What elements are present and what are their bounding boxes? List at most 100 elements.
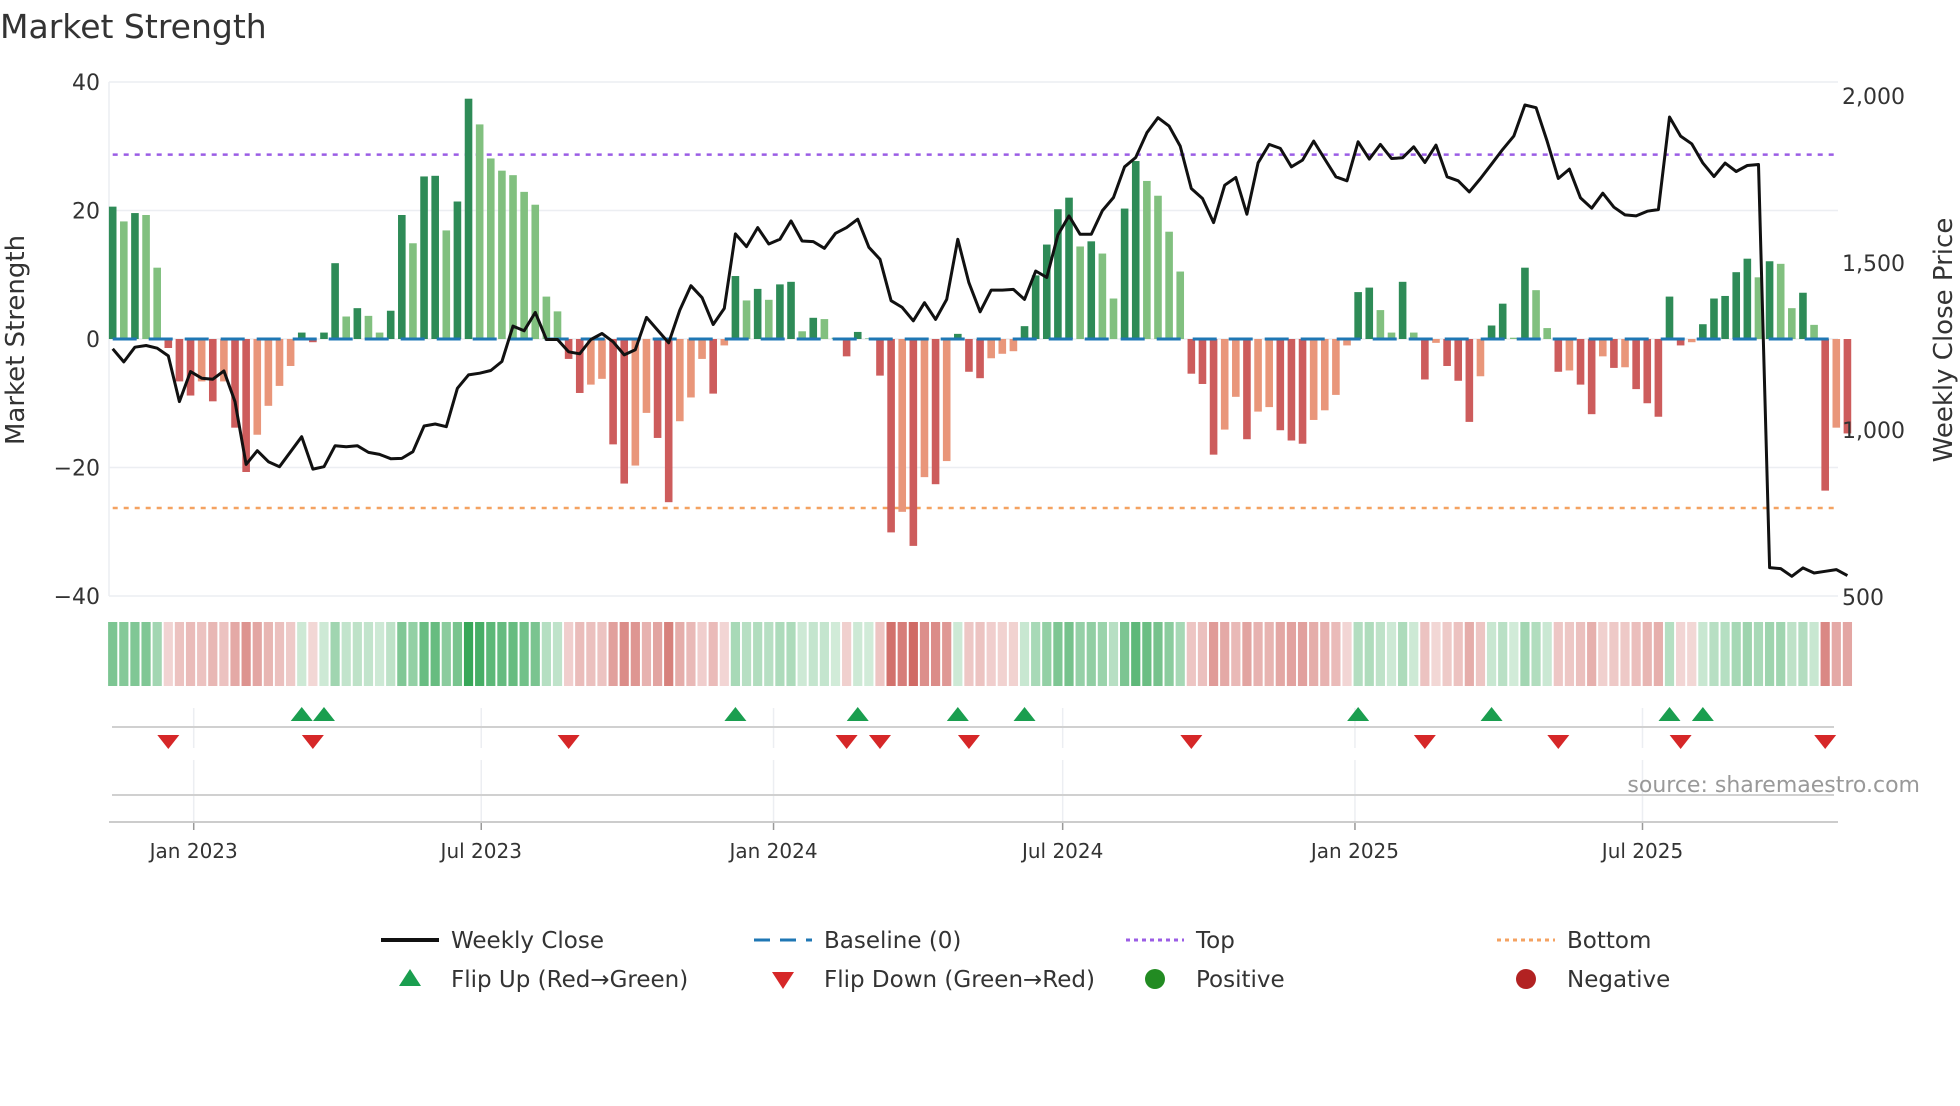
strip-cell: [1486, 622, 1497, 686]
flip-down-marker: [835, 735, 858, 749]
strength-bar: [553, 311, 562, 339]
strip-cell: [619, 622, 629, 686]
flip-up-marker: [946, 707, 969, 721]
legend-item: Baseline (0): [754, 928, 961, 954]
strip-cell: [163, 622, 173, 686]
strength-bar: [598, 339, 606, 379]
strength-bar: [742, 300, 751, 339]
strength-bar: [1710, 298, 1718, 339]
strength-bar: [575, 339, 584, 393]
strip-cell: [1464, 622, 1474, 686]
strength-bar: [1243, 339, 1251, 440]
strength-bar: [142, 214, 150, 339]
strength-bar: [1376, 310, 1385, 339]
strength-bar: [1365, 287, 1374, 339]
strength-bar: [1621, 339, 1629, 368]
strength-bar: [809, 317, 818, 339]
strength-bar: [820, 319, 829, 339]
strip-cell: [497, 622, 507, 686]
strength-bar: [842, 339, 851, 357]
strip-cell: [975, 622, 985, 686]
strength-bar: [1632, 339, 1640, 390]
strength-bar: [1532, 290, 1540, 339]
strip-cell: [1031, 622, 1041, 686]
triangle-down-icon: [772, 972, 794, 989]
legend-label: Top: [1195, 928, 1235, 954]
strength-bar: [1521, 267, 1529, 339]
strip-cell: [1208, 622, 1219, 686]
strip-cell: [1342, 622, 1352, 686]
strip-cell: [374, 622, 385, 686]
strip-cell: [664, 622, 674, 686]
strip-cell: [830, 622, 841, 686]
strip-cell: [252, 622, 262, 686]
strength-bar: [509, 175, 517, 339]
strip-cell: [1776, 622, 1786, 686]
strip-cell: [1475, 622, 1486, 686]
strength-bar: [965, 339, 973, 372]
strength-bar: [1743, 258, 1752, 339]
strip-cell: [930, 622, 941, 686]
strip-cell: [864, 622, 874, 686]
strength-bar: [1287, 339, 1296, 441]
strip-cell: [1420, 622, 1430, 686]
strip-cell: [1164, 622, 1174, 686]
strength-bar: [1131, 161, 1140, 339]
strip-cell: [1375, 622, 1385, 686]
strip-cell: [1431, 622, 1441, 686]
strip-cell: [986, 622, 996, 686]
strength-bar: [653, 339, 662, 438]
flip-down-marker: [1547, 735, 1570, 749]
strength-bar: [1076, 246, 1084, 339]
strip-cell: [174, 622, 185, 686]
strip-cell: [1531, 622, 1541, 686]
strength-bar: [1821, 339, 1829, 491]
flip-down-marker: [301, 735, 324, 749]
x-tick-label: Jul 2023: [439, 839, 522, 863]
y-tick-label: 20: [72, 200, 100, 225]
strip-cell: [1320, 622, 1330, 686]
strength-bar: [764, 299, 773, 339]
flip-up-marker: [724, 707, 747, 721]
flip-markers-lane: [112, 707, 1837, 822]
strength-bar: [175, 339, 184, 382]
strength-bar: [687, 339, 695, 398]
strip-cell: [408, 622, 418, 686]
strength-bar: [776, 284, 784, 339]
strength-bar: [942, 339, 951, 462]
strength-bar: [1799, 292, 1807, 339]
strip-cell: [1364, 622, 1374, 686]
strip-cell: [942, 622, 952, 686]
strip-cell: [1498, 622, 1508, 686]
strength-bar: [1165, 231, 1173, 339]
strength-bar: [1443, 339, 1451, 366]
strip-cell: [786, 622, 796, 686]
strength-bar: [998, 339, 1007, 354]
strip-cell: [1075, 622, 1085, 686]
strength-bar: [1665, 296, 1674, 339]
strength-bar: [1031, 275, 1040, 339]
y2-tick-label: 2,000: [1842, 85, 1905, 110]
strip-cell: [519, 622, 529, 686]
strip-cell: [1220, 622, 1230, 686]
strip-cell: [1631, 622, 1641, 686]
strength-bar: [787, 281, 795, 339]
strength-bar: [1643, 339, 1652, 404]
flip-down-marker: [1413, 735, 1436, 749]
legend-label: Negative: [1567, 967, 1670, 993]
x-tick-label: Jan 2024: [727, 839, 817, 863]
legend-item: Weekly Close: [381, 928, 604, 954]
strip-cell: [1053, 622, 1063, 686]
strength-bar: [709, 339, 717, 394]
legend-label: Weekly Close: [451, 928, 604, 954]
strength-bar: [887, 339, 895, 533]
strength-bar: [1610, 339, 1618, 368]
strength-bar: [1465, 339, 1474, 422]
strip-cell: [753, 622, 763, 686]
strip-cell: [964, 622, 974, 686]
strip-cell: [997, 622, 1007, 686]
strength-bar: [1565, 339, 1574, 371]
strength-bar: [1398, 281, 1407, 339]
strip-cell: [875, 622, 885, 686]
flip-down-marker: [557, 735, 580, 749]
